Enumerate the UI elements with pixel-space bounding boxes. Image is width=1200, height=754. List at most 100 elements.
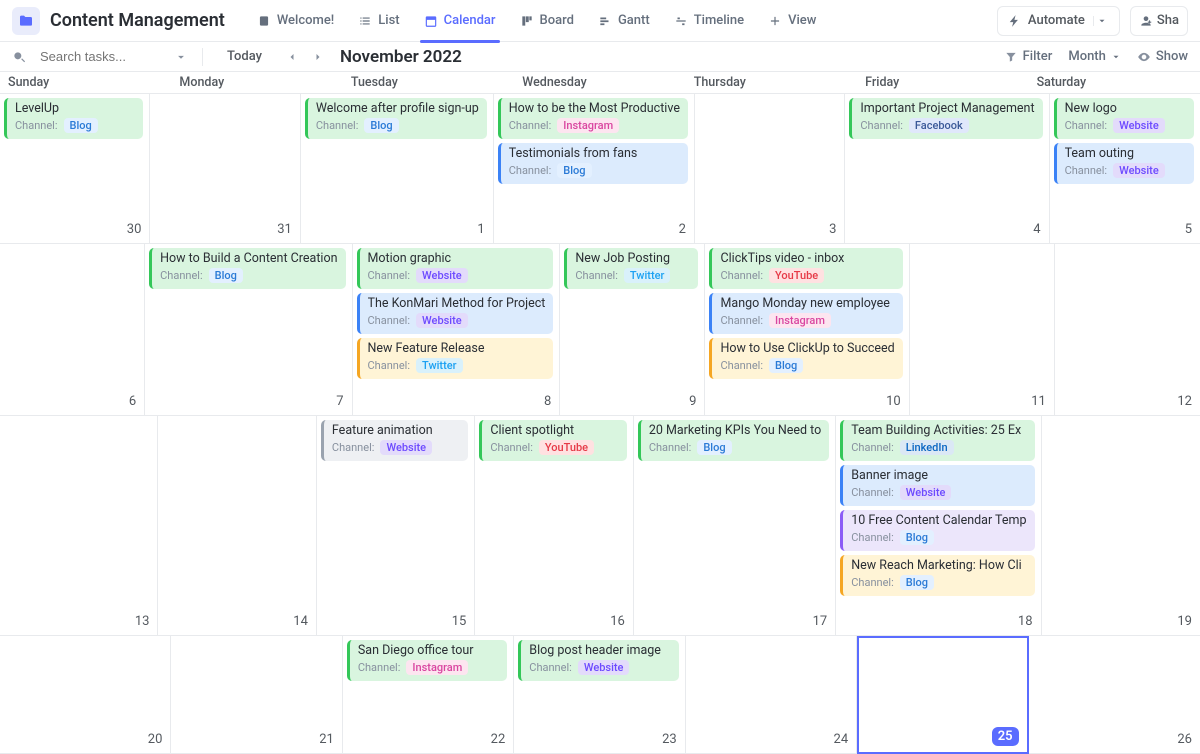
- channel-label: Channel:: [1065, 119, 1108, 132]
- calendar-event[interactable]: The KonMari Method for ProjectChannel:We…: [357, 293, 554, 334]
- calendar-cell[interactable]: 20 Marketing KPIs You Need toChannel:Blo…: [634, 416, 836, 636]
- calendar-cell[interactable]: Important Project Management Channel:Face…: [845, 94, 1049, 244]
- today-button[interactable]: Today: [217, 46, 272, 67]
- calendar-cell[interactable]: 31: [150, 94, 300, 244]
- calendar-cell[interactable]: San Diego office tourChannel:Instagram22: [343, 636, 514, 754]
- share-button[interactable]: Sha: [1130, 6, 1188, 36]
- search-icon[interactable]: [12, 50, 26, 64]
- filter-button[interactable]: Filter: [1004, 49, 1053, 64]
- calendar-event[interactable]: How to Use ClickUp to SucceedChannel:Blo…: [709, 338, 902, 379]
- calendar-cell[interactable]: Team Building Activities: 25 ExChannel:L…: [836, 416, 1041, 636]
- event-meta: Channel:Instagram: [509, 118, 680, 133]
- eye-icon: [1137, 50, 1151, 64]
- calendar-icon: [424, 14, 438, 28]
- event-meta: Channel:Blog: [851, 530, 1026, 545]
- calendar-event[interactable]: 20 Marketing KPIs You Need toChannel:Blo…: [638, 420, 829, 461]
- calendar-event[interactable]: New Job PostingChannel:Twitter: [564, 248, 698, 289]
- calendar-cell[interactable]: Welcome after profile sign-upChannel:Blo…: [301, 94, 494, 244]
- calendar-cell[interactable]: 11: [910, 244, 1055, 416]
- calendar-cell[interactable]: 24: [686, 636, 857, 754]
- channel-tag: Blog: [209, 268, 243, 283]
- tab-timeline[interactable]: Timeline: [662, 0, 756, 42]
- channel-label: Channel:: [509, 119, 552, 132]
- event-title: Motion graphic: [368, 251, 546, 266]
- next-month-button[interactable]: [312, 51, 324, 63]
- calendar-cell[interactable]: ClickTips video - inboxChannel:YouTubeMa…: [705, 244, 909, 416]
- calendar-cell[interactable]: 12: [1055, 244, 1200, 416]
- automate-caret[interactable]: [1093, 16, 1111, 26]
- event-title: Team Building Activities: 25 Ex: [851, 423, 1026, 438]
- calendar-event[interactable]: Important Project Management Channel:Face…: [849, 98, 1042, 139]
- calendar-cell[interactable]: How to be the Most ProductiveChannel:Ins…: [494, 94, 695, 244]
- calendar-event[interactable]: New Reach Marketing: How CliChannel:Blog: [840, 555, 1034, 596]
- calendar-cell[interactable]: Client spotlightChannel:YouTube16: [475, 416, 633, 636]
- calendar-cell[interactable]: 21: [171, 636, 342, 754]
- event-title: The KonMari Method for Project: [368, 296, 546, 311]
- calendar-event[interactable]: ClickTips video - inboxChannel:YouTube: [709, 248, 902, 289]
- space-title: Content Management: [50, 10, 225, 31]
- calendar-event[interactable]: Welcome after profile sign-upChannel:Blo…: [305, 98, 487, 139]
- channel-label: Channel:: [649, 441, 692, 454]
- calendar-event[interactable]: San Diego office tourChannel:Instagram: [347, 640, 507, 681]
- calendar-event[interactable]: Motion graphicChannel:Website: [357, 248, 554, 289]
- calendar-cell[interactable]: LevelUpChannel:Blog 30: [0, 94, 150, 244]
- month-selector[interactable]: Month: [1068, 49, 1121, 64]
- automate-button[interactable]: Automate: [997, 6, 1120, 36]
- calendar-cell[interactable]: 13: [0, 416, 158, 636]
- event-meta: Channel:Website: [1065, 118, 1186, 133]
- calendar-event[interactable]: Blog post header imageChannel:Website: [518, 640, 678, 681]
- date-number: 30: [127, 222, 142, 237]
- calendar-event[interactable]: LevelUpChannel:Blog: [4, 98, 143, 139]
- search-input[interactable]: [40, 49, 160, 64]
- channel-tag: LinkedIn: [900, 440, 954, 455]
- calendar-event[interactable]: How to Build a Content CreationChannel:B…: [149, 248, 345, 289]
- calendar-event[interactable]: How to be the Most ProductiveChannel:Ins…: [498, 98, 688, 139]
- add-view-button[interactable]: View: [756, 13, 828, 28]
- view-tab-label: Gantt: [618, 13, 650, 28]
- calendar-cell[interactable]: 25: [857, 636, 1028, 754]
- calendar-event[interactable]: New Feature ReleaseChannel:Twitter: [357, 338, 554, 379]
- event-meta: Channel:Facebook: [860, 118, 1034, 133]
- expand-icon[interactable]: [174, 50, 188, 64]
- date-number: 20: [148, 732, 163, 747]
- calendar-event[interactable]: Team outingChannel:Website: [1054, 143, 1194, 184]
- calendar-event[interactable]: Client spotlightChannel:YouTube: [479, 420, 626, 461]
- calendar-event[interactable]: Team Building Activities: 25 ExChannel:L…: [840, 420, 1034, 461]
- event-title: Team outing: [1065, 146, 1186, 161]
- topbar: Content Management Welcome!ListCalendarB…: [0, 0, 1200, 42]
- calendar-event[interactable]: Banner imageChannel:Website: [840, 465, 1034, 506]
- calendar-event[interactable]: Testimonials from fansChannel:Blog: [498, 143, 688, 184]
- show-button[interactable]: Show: [1137, 49, 1188, 64]
- calendar-cell[interactable]: New Job PostingChannel:Twitter9: [560, 244, 705, 416]
- tab-welcome-[interactable]: Welcome!: [245, 0, 346, 42]
- calendar-cell[interactable]: Motion graphicChannel:WebsiteThe KonMari…: [353, 244, 561, 416]
- calendar-event[interactable]: Mango Monday new employeeChannel:Instagr…: [709, 293, 902, 334]
- channel-label: Channel:: [368, 269, 411, 282]
- calendar-event[interactable]: Feature animationChannel:Website: [321, 420, 468, 461]
- prev-month-button[interactable]: [286, 51, 298, 63]
- calendar-cell[interactable]: 26: [1029, 636, 1200, 754]
- calendar-cell[interactable]: 3: [695, 94, 845, 244]
- calendar-cell[interactable]: Blog post header imageChannel:Website23: [514, 636, 685, 754]
- tab-board[interactable]: Board: [508, 0, 586, 42]
- calendar-event[interactable]: 10 Free Content Calendar TempChannel:Blo…: [840, 510, 1034, 551]
- day-header: Wednesday: [514, 72, 685, 93]
- calendar-cell[interactable]: 6: [0, 244, 145, 416]
- channel-label: Channel:: [529, 661, 572, 674]
- calendar-event[interactable]: New logoChannel:Website: [1054, 98, 1194, 139]
- calendar-cell[interactable]: 14: [158, 416, 316, 636]
- calendar-cell[interactable]: New logoChannel:WebsiteTeam outingChanne…: [1050, 94, 1200, 244]
- calendar-cell[interactable]: Feature animationChannel:Website15: [317, 416, 475, 636]
- tab-calendar[interactable]: Calendar: [412, 0, 508, 42]
- calendar-cell[interactable]: How to Build a Content CreationChannel:B…: [145, 244, 352, 416]
- date-number: 31: [277, 222, 292, 237]
- day-header: Tuesday: [343, 72, 514, 93]
- tab-list[interactable]: List: [346, 0, 411, 42]
- channel-tag: Website: [578, 660, 630, 675]
- calendar-cell[interactable]: 20: [0, 636, 171, 754]
- tab-gantt[interactable]: Gantt: [586, 0, 662, 42]
- event-title: Important Project Management: [860, 101, 1034, 116]
- calendar-cell[interactable]: 19: [1042, 416, 1200, 636]
- event-meta: Channel:Website: [851, 485, 1026, 500]
- folder-button[interactable]: [12, 7, 40, 35]
